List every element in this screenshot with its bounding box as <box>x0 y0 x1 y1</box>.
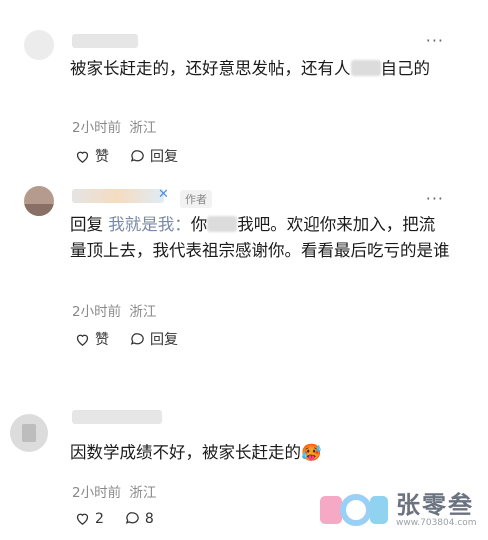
comment-actions: 2 8 <box>74 510 154 527</box>
comment-meta: 2小时前 浙江 <box>72 481 156 501</box>
location: 浙江 <box>129 120 157 136</box>
comment-text-part: 你 <box>190 215 208 234</box>
comment-meta: 2小时前 浙江 <box>72 300 156 320</box>
comment-actions: 赞 回复 <box>74 329 178 349</box>
comment-actions: 赞 回复 <box>74 146 178 166</box>
reply-target-user[interactable]: 我就是我： <box>108 215 191 234</box>
heart-icon <box>76 334 89 346</box>
more-options-button[interactable]: ··· <box>426 33 444 49</box>
reply-button[interactable]: 回复 <box>129 146 178 166</box>
timestamp: 2小时前 <box>72 485 122 501</box>
redacted-text <box>350 60 381 76</box>
comment-text-part: 被家长赶走的，还好意思发帖，还有人 <box>70 59 351 78</box>
reply-prefix: 回复 <box>70 215 103 234</box>
watermark-url: www.703804.com <box>396 518 477 528</box>
avatar[interactable] <box>24 30 54 60</box>
watermark: 张零叁 www.703804.com <box>318 492 477 528</box>
like-label: 赞 <box>95 149 109 165</box>
comment-bubble-icon <box>130 332 144 345</box>
avatar[interactable] <box>24 186 54 216</box>
emoji-icon: 🥵 <box>301 443 322 462</box>
comment-text: 因数学成绩不好，被家长赶走的🥵 <box>70 440 450 466</box>
like-button[interactable]: 赞 <box>74 146 109 166</box>
redacted-text <box>207 216 238 232</box>
verified-icon: ✕ <box>158 187 169 202</box>
reply-count: 8 <box>144 510 154 527</box>
username-blurred[interactable] <box>72 34 138 48</box>
like-count: 2 <box>95 510 104 527</box>
like-button[interactable]: 赞 <box>74 329 109 349</box>
heart-icon <box>76 151 89 163</box>
watermark-brand: 张零叁 <box>396 491 474 519</box>
comment-text-part: 因数学成绩不好，被家长赶走的 <box>70 443 301 462</box>
username-blurred[interactable] <box>72 410 162 424</box>
comment-bubble-icon <box>125 512 139 524</box>
comment-text: 回复 我就是我：你 我吧。欢迎你来加入，把流量顶上去，我代表祖宗感谢你。看看最后吃… <box>70 212 450 264</box>
comment-meta: 2小时前 浙江 <box>72 116 156 136</box>
username-blurred[interactable] <box>72 189 164 203</box>
avatar[interactable] <box>10 414 48 452</box>
reply-button[interactable]: 回复 <box>129 329 178 349</box>
comment-bubble-icon <box>130 149 144 162</box>
heart-icon <box>76 513 89 525</box>
timestamp: 2小时前 <box>72 304 122 320</box>
reply-button[interactable]: 8 <box>124 510 154 527</box>
comment-text-part: 自己的 <box>380 59 431 78</box>
reply-label: 回复 <box>150 332 178 348</box>
more-options-button[interactable]: ··· <box>426 191 444 207</box>
timestamp: 2小时前 <box>72 120 122 136</box>
like-label: 赞 <box>95 332 109 348</box>
location: 浙江 <box>129 485 157 501</box>
author-badge: 作者 <box>180 190 212 208</box>
like-button[interactable]: 2 <box>74 510 104 527</box>
watermark-logo-icon <box>318 492 390 528</box>
comment-text: 被家长赶走的，还好意思发帖，还有人 自己的 <box>70 56 450 82</box>
location: 浙江 <box>129 304 157 320</box>
reply-label: 回复 <box>150 149 178 165</box>
